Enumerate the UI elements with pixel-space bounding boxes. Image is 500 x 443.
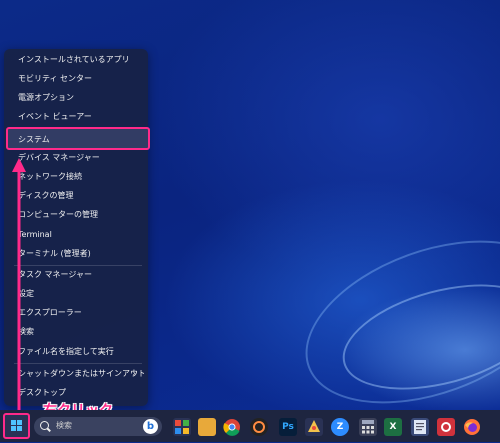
menu-item-device-manager[interactable]: デバイス マネージャー	[8, 149, 144, 167]
zoom-icon[interactable]: Z	[331, 418, 349, 436]
calculator-icon[interactable]	[359, 418, 377, 436]
chrome-icon[interactable]	[223, 418, 241, 436]
firefox-icon[interactable]	[463, 418, 481, 436]
menu-item-terminal-admin[interactable]: ターミナル (管理者)	[8, 245, 144, 263]
menu-item-event-viewer[interactable]: イベント ビューアー	[8, 108, 144, 126]
excel-icon[interactable]: X	[384, 418, 402, 436]
windows-logo-icon	[11, 420, 23, 432]
photoshop-icon[interactable]: Ps	[279, 418, 297, 436]
bing-icon[interactable]: b	[143, 419, 158, 434]
menu-item-disk-management[interactable]: ディスクの管理	[8, 187, 144, 205]
menu-item-computer-management[interactable]: コンピューターの管理	[8, 206, 144, 224]
menu-item-power-options[interactable]: 電源オプション	[8, 89, 144, 107]
menu-item-settings[interactable]: 設定	[8, 285, 144, 303]
menu-item-label: シャットダウンまたはサインアウト	[18, 369, 144, 378]
search-icon	[40, 421, 49, 430]
app-icon[interactable]	[437, 418, 455, 436]
taskbar-search-box[interactable]: 検索 b	[34, 417, 162, 436]
menu-item-network-connections[interactable]: ネットワーク接続	[8, 168, 144, 186]
menu-separator	[14, 363, 142, 364]
annotation-arrow	[12, 158, 26, 414]
menu-item-system[interactable]: システム	[6, 127, 150, 150]
notepad-icon[interactable]	[411, 418, 429, 436]
start-button[interactable]	[3, 413, 30, 439]
menu-item-run[interactable]: ファイル名を指定して実行	[8, 343, 144, 361]
widgets-icon[interactable]	[173, 418, 191, 436]
menu-item-shutdown-signout[interactable]: シャットダウンまたはサインアウト ›	[8, 365, 144, 383]
file-explorer-icon[interactable]	[198, 418, 216, 436]
menu-item-task-manager[interactable]: タスク マネージャー	[8, 266, 144, 284]
menu-item-terminal[interactable]: Terminal	[8, 226, 144, 244]
menu-item-search[interactable]: 検索	[8, 323, 144, 341]
app-icon[interactable]	[250, 418, 268, 436]
menu-item-file-explorer[interactable]: エクスプローラー	[8, 304, 144, 322]
menu-item-installed-apps[interactable]: インストールされているアプリ	[8, 51, 144, 69]
paint-icon[interactable]	[305, 418, 323, 436]
menu-item-mobility-center[interactable]: モビリティ センター	[8, 70, 144, 88]
search-placeholder: 検索	[56, 421, 72, 430]
chevron-right-icon: ›	[132, 369, 136, 379]
